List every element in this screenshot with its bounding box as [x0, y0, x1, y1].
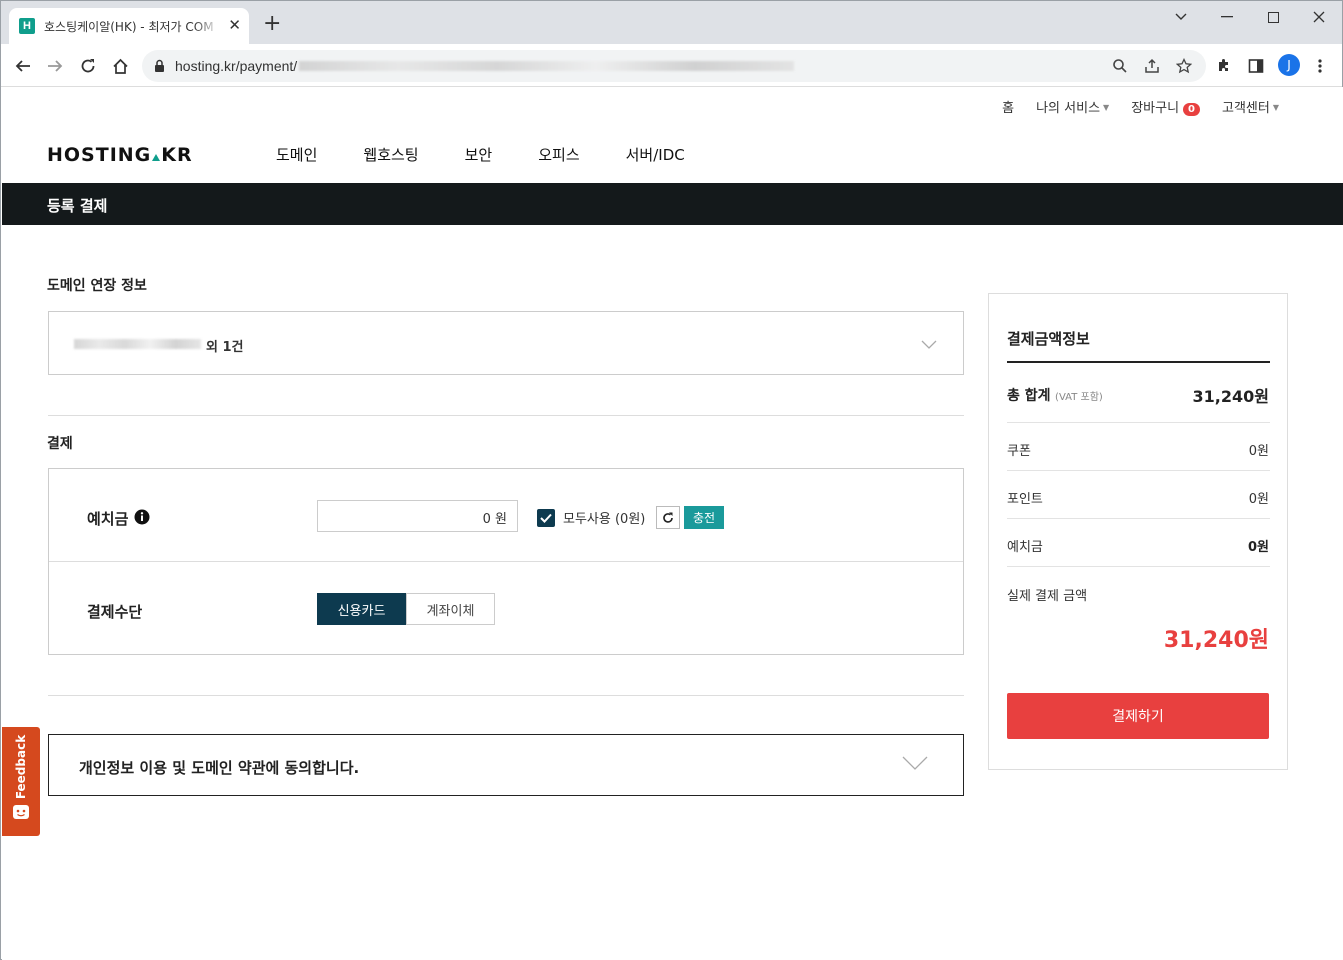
minimize-icon[interactable]: [1204, 1, 1250, 33]
reload-icon[interactable]: [77, 55, 99, 77]
divider: [48, 695, 964, 696]
chevron-down-icon: ▼: [1272, 103, 1279, 112]
divider: [1007, 518, 1270, 519]
refresh-button[interactable]: [656, 506, 680, 529]
payment-method-label: 결제수단: [87, 603, 143, 621]
deposit-summary-value: 0원: [1247, 540, 1269, 555]
extensions-icon[interactable]: [1213, 55, 1235, 77]
divider: [1007, 470, 1270, 471]
summary-title-rule: [1007, 361, 1270, 363]
actual-payment-value: 31,240원: [1163, 628, 1269, 653]
actual-payment-label: 실제 결제 금액: [1007, 589, 1088, 604]
chevron-down-icon: ▼: [1103, 103, 1110, 112]
feedback-label: Feedback: [14, 734, 28, 800]
site-logo[interactable]: HOSTING KR: [47, 144, 193, 166]
profile-avatar[interactable]: J: [1278, 54, 1300, 76]
coupon-value: 0원: [1248, 444, 1269, 459]
coupon-label: 쿠폰: [1007, 444, 1031, 459]
divider: [1007, 566, 1270, 567]
summary-title: 결제금액정보: [1007, 330, 1090, 348]
home-icon[interactable]: [109, 55, 131, 77]
terms-agreement-accordion[interactable]: 개인정보 이용 및 도메인 약관에 동의합니다.: [48, 734, 964, 796]
main-nav: 도메인 웹호스팅 보안 오피스 서버/IDC: [276, 144, 731, 165]
browser-window: H 호스팅케이알(HK) - 최저가 COM ✕ + hosting.kr/pa…: [0, 0, 1343, 960]
charge-button[interactable]: 충전: [684, 506, 724, 529]
browser-tab[interactable]: H 호스팅케이알(HK) - 최저가 COM ✕: [9, 8, 249, 44]
my-service-label: 나의 서비스: [1036, 101, 1101, 116]
terms-label: 개인정보 이용 및 도메인 약관에 동의합니다.: [79, 759, 360, 777]
use-all-label[interactable]: 모두사용 (0원): [563, 508, 645, 527]
deposit-label-text: 예치금: [87, 510, 129, 528]
domain-section-title: 도메인 연장 정보: [47, 278, 147, 294]
divider: [1007, 422, 1270, 423]
maximize-icon[interactable]: [1250, 1, 1296, 33]
point-label: 포인트: [1007, 492, 1043, 507]
use-all-checkbox[interactable]: [537, 509, 555, 527]
nav-webhosting[interactable]: 웹호스팅: [363, 144, 418, 165]
divider: [48, 415, 964, 416]
deposit-summary-label: 예치금: [1007, 540, 1043, 555]
lock-icon: [155, 59, 164, 72]
domain-summary-accordion[interactable]: 외 1건: [48, 311, 964, 375]
close-window-icon[interactable]: [1296, 1, 1342, 33]
cart-link[interactable]: 장바구니 0: [1131, 97, 1200, 116]
tab-close-icon[interactable]: ✕: [228, 17, 241, 33]
total-value: 31,240원: [1192, 387, 1269, 406]
deposit-label: 예치금: [87, 508, 150, 529]
deposit-input[interactable]: 0 원: [317, 500, 518, 532]
top-utility-menu: 홈 나의 서비스 ▼ 장바구니 0 고객센터 ▼: [980, 97, 1279, 116]
new-tab-icon[interactable]: +: [263, 13, 281, 35]
info-icon[interactable]: [134, 509, 150, 525]
feedback-tab[interactable]: Feedback: [2, 727, 40, 836]
zoom-search-icon[interactable]: [1112, 58, 1128, 74]
menu-kebab-icon[interactable]: [1309, 55, 1331, 77]
feedback-face-icon: [13, 805, 29, 819]
page-title: 등록 결제: [2, 183, 1343, 225]
support-label: 고객센터: [1222, 101, 1270, 116]
row-divider: [49, 561, 963, 562]
cart-label: 장바구니: [1131, 101, 1180, 116]
tab-title: 호스팅케이알(HK) - 최저가 COM: [44, 19, 214, 34]
nav-office[interactable]: 오피스: [538, 144, 579, 165]
payment-section-title: 결제: [47, 436, 73, 452]
nav-security[interactable]: 보안: [465, 144, 493, 165]
bank-transfer-option[interactable]: 계좌이체: [406, 593, 495, 625]
nav-server-idc[interactable]: 서버/IDC: [626, 144, 685, 165]
my-service-link[interactable]: 나의 서비스 ▼: [1036, 97, 1109, 116]
forward-icon[interactable]: [44, 55, 66, 77]
site-favicon-icon: H: [19, 18, 35, 34]
side-panel-icon[interactable]: [1245, 55, 1267, 77]
vat-note: (VAT 포함): [1055, 392, 1103, 403]
total-label: 총 합계 (VAT 포함): [1007, 385, 1103, 405]
back-icon[interactable]: [12, 55, 34, 77]
point-value: 0원: [1248, 492, 1269, 507]
home-link[interactable]: 홈: [1002, 97, 1014, 116]
payment-box: 예치금 0 원 모두사용 (0원) 충전 결제수단 신용카드 계좌이체: [48, 468, 964, 655]
page: 홈 나의 서비스 ▼ 장바구니 0 고객센터 ▼ HOSTING KR 도메인 웹호스팅…: [2, 87, 1343, 960]
browser-toolbar: hosting.kr/payment/ J: [1, 44, 1342, 87]
logo-text-right: KR: [161, 144, 193, 166]
pay-button[interactable]: 결제하기: [1007, 693, 1269, 739]
total-label-text: 총 합계: [1007, 388, 1051, 404]
url-redacted: [299, 61, 795, 71]
domain-name-redacted: [74, 339, 201, 349]
check-icon: [540, 513, 552, 523]
chevron-down-icon: [921, 340, 937, 349]
domain-count-text: 외 1건: [206, 340, 244, 355]
logo-text-left: HOSTING: [47, 144, 152, 166]
payment-summary-panel: 결제금액정보 총 합계 (VAT 포함) 31,240원 쿠폰 0원 포인트 0…: [988, 293, 1288, 770]
logo-dot-icon: [152, 154, 161, 161]
tab-search-icon[interactable]: [1158, 1, 1204, 33]
cart-count-badge: 0: [1183, 103, 1200, 116]
url-text: hosting.kr/payment/: [175, 58, 298, 74]
tab-strip: H 호스팅케이알(HK) - 최저가 COM ✕ +: [1, 1, 1342, 44]
share-icon[interactable]: [1144, 58, 1160, 74]
support-link[interactable]: 고객센터 ▼: [1222, 97, 1279, 116]
nav-domain[interactable]: 도메인: [276, 144, 317, 165]
credit-card-option[interactable]: 신용카드: [317, 593, 406, 625]
chevron-down-icon: [902, 756, 928, 770]
bookmark-star-icon[interactable]: [1176, 58, 1192, 74]
refresh-icon: [663, 512, 673, 523]
address-bar[interactable]: hosting.kr/payment/: [142, 50, 1206, 82]
